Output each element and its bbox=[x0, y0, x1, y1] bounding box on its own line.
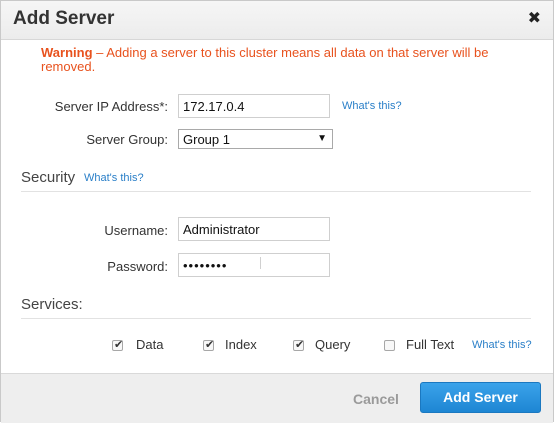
dialog-titlebar: Add Server ✖ bbox=[1, 1, 553, 40]
service-fulltext-checkbox[interactable] bbox=[384, 340, 395, 351]
security-section-title: Security bbox=[21, 169, 76, 186]
add-server-button[interactable]: Add Server bbox=[420, 382, 541, 413]
security-divider bbox=[21, 191, 531, 192]
dialog-title: Add Server bbox=[13, 8, 115, 29]
service-fulltext-label: Full Text bbox=[406, 337, 455, 352]
services-help-link[interactable]: What's this? bbox=[472, 339, 532, 351]
services-divider bbox=[21, 318, 531, 319]
server-ip-label: Server IP Address*: bbox=[54, 99, 168, 114]
checkmark-icon: ✔ bbox=[205, 339, 215, 351]
service-data-label: Data bbox=[136, 337, 164, 352]
username-label: Username: bbox=[104, 223, 168, 238]
service-query-label: Query bbox=[315, 337, 351, 352]
server-group-label: Server Group: bbox=[86, 132, 168, 147]
security-help-link[interactable]: What's this? bbox=[84, 172, 144, 184]
warning-message: Warning – Adding a server to this cluste… bbox=[41, 46, 521, 74]
username-input[interactable]: Administrator bbox=[178, 217, 330, 241]
warning-label: Warning bbox=[41, 45, 93, 60]
server-group-value: Group 1 bbox=[183, 132, 230, 147]
chevron-down-icon: ▼ bbox=[317, 133, 327, 144]
service-index-label: Index bbox=[225, 337, 257, 352]
password-input[interactable]: •••••••• bbox=[178, 253, 330, 277]
text-cursor bbox=[260, 257, 261, 269]
server-ip-input[interactable]: 172.17.0.4 bbox=[178, 94, 330, 118]
add-server-dialog: Add Server ✖ Warning – Adding a server t… bbox=[0, 0, 554, 423]
service-query-checkbox[interactable]: ✔ bbox=[293, 339, 305, 351]
password-label: Password: bbox=[107, 259, 168, 274]
checkmark-icon: ✔ bbox=[114, 339, 124, 351]
checkmark-icon: ✔ bbox=[295, 339, 305, 351]
services-section-title: Services: bbox=[21, 296, 83, 313]
service-data-checkbox[interactable]: ✔ bbox=[112, 339, 124, 351]
close-icon[interactable]: ✖ bbox=[528, 9, 541, 29]
server-ip-help-link[interactable]: What's this? bbox=[342, 100, 402, 112]
warning-text: – Adding a server to this cluster means … bbox=[41, 45, 489, 74]
cancel-button[interactable]: Cancel bbox=[353, 391, 399, 407]
service-index-checkbox[interactable]: ✔ bbox=[203, 339, 215, 351]
server-group-select[interactable]: Group 1 ▼ bbox=[178, 129, 333, 149]
